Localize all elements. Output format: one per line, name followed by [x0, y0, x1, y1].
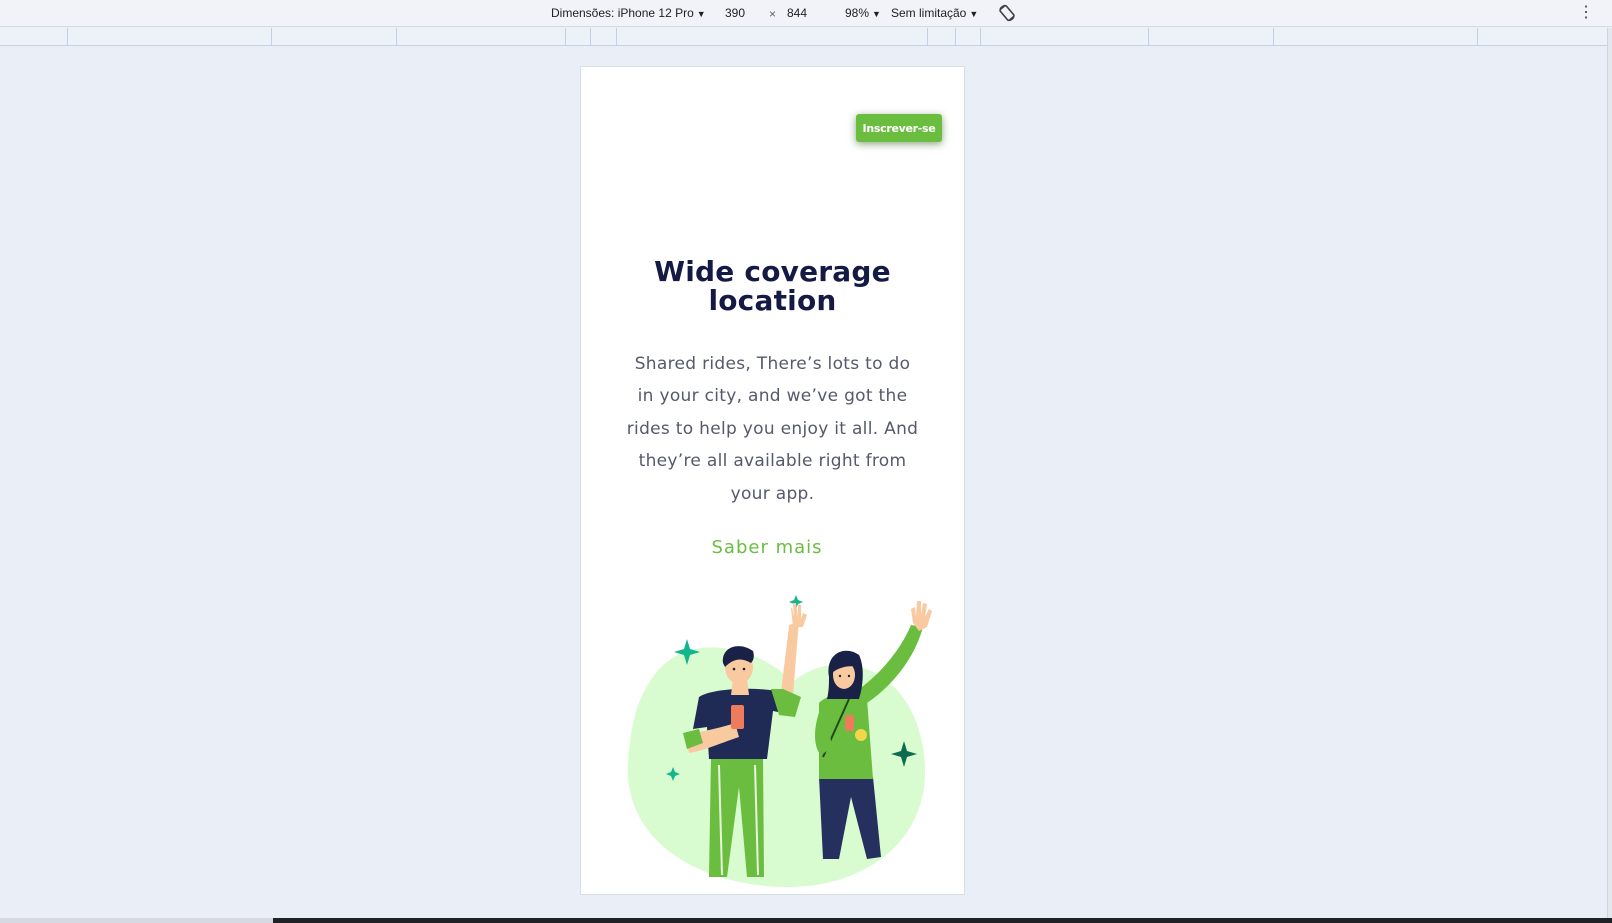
throttling-label: Sem limitação: [891, 6, 967, 20]
scrollbar[interactable]: [1607, 28, 1612, 923]
dimension-separator: ×: [769, 7, 777, 21]
viewport-height-input[interactable]: 844: [787, 6, 807, 21]
device-viewport: Inscrever-se Wide coverage location Shar…: [580, 66, 965, 895]
viewport-width-input[interactable]: 390: [725, 6, 745, 21]
caret-down-icon: ▼: [969, 9, 979, 19]
hero-description: Shared rides, There’s lots to do in your…: [626, 354, 919, 504]
drawer-edge: [273, 918, 1612, 923]
caret-down-icon: ▼: [696, 9, 706, 19]
hero-title: Wide coverage location: [581, 257, 964, 315]
signup-button[interactable]: Inscrever-se: [856, 114, 942, 142]
throttling-select[interactable]: Sem limitação ▼: [891, 6, 978, 22]
media-query-ruler[interactable]: [0, 28, 1607, 46]
device-toolbar: Dimensões: iPhone 12 Pro ▼ 390 × 844 98% ▼…: [0, 0, 1612, 27]
zoom-label: 98%: [845, 6, 870, 20]
zoom-select[interactable]: 98% ▼: [845, 6, 881, 22]
device-dimensions-label: Dimensões: iPhone 12 Pro: [551, 6, 694, 20]
hero-title-line: location: [708, 284, 837, 317]
learn-more-link[interactable]: Saber mais: [581, 537, 953, 559]
people-waving-illustration: [623, 587, 933, 887]
caret-down-icon: ▼: [872, 9, 881, 19]
rotate-icon[interactable]: [997, 3, 1017, 23]
more-vert-icon[interactable]: ⋮: [1578, 4, 1594, 22]
drawer-edge: [0, 918, 273, 923]
device-dimensions-select[interactable]: Dimensões: iPhone 12 Pro ▼: [551, 6, 706, 22]
